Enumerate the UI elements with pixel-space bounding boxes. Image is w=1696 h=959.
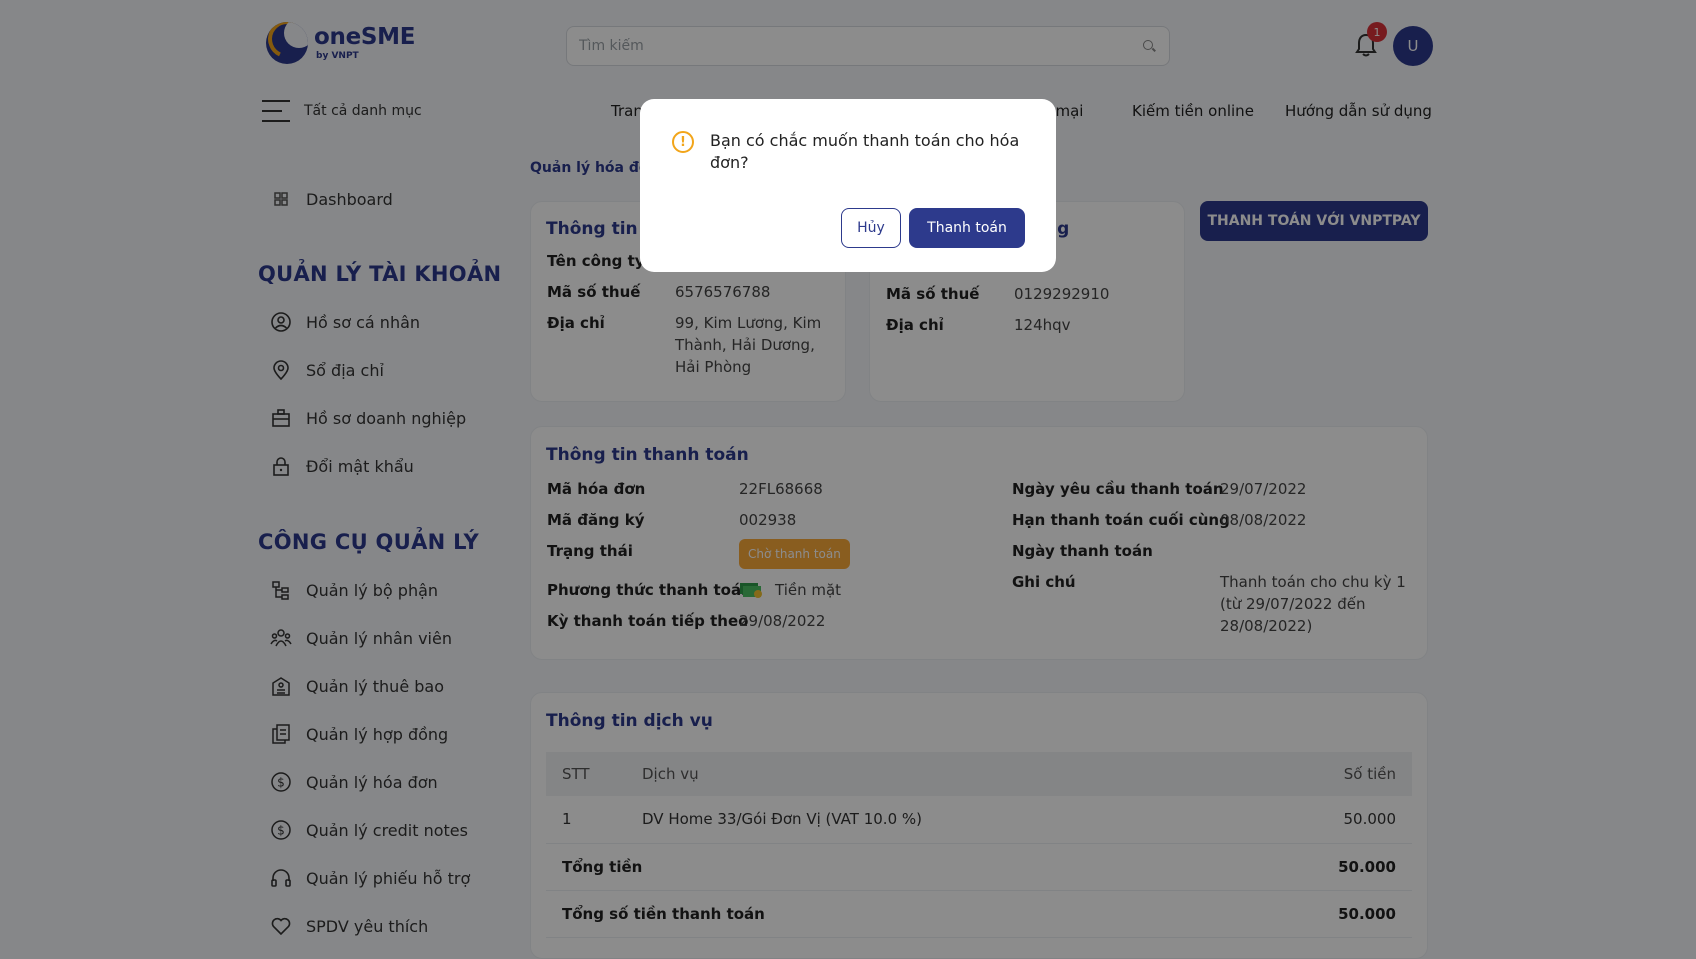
confirm-payment-button[interactable]: Thanh toán bbox=[909, 208, 1025, 248]
page: oneSME by VNPT 1 U Tất cả danh mục Tran … bbox=[0, 0, 1696, 959]
dialog-message: Bạn có chắc muốn thanh toán cho hóa đơn? bbox=[710, 131, 1020, 172]
cancel-button[interactable]: Hủy bbox=[841, 208, 901, 248]
warning-icon: ! bbox=[672, 131, 694, 153]
confirm-payment-dialog: ! Bạn có chắc muốn thanh toán cho hóa đơ… bbox=[640, 99, 1056, 272]
